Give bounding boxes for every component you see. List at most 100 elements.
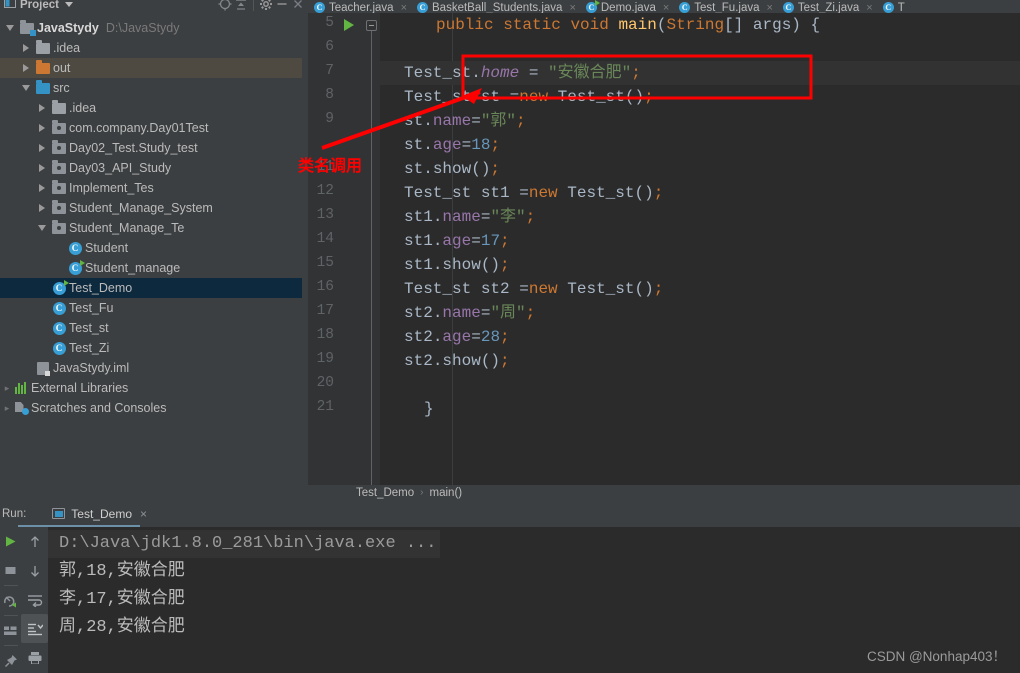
project-tree[interactable]: JavaStydy D:\JavaStydy .idea out src .idea com… xyxy=(0,14,302,500)
code-line[interactable]: Test_st st2 =new Test_st(); xyxy=(380,277,1020,301)
twisty-collapsed-icon[interactable] xyxy=(18,40,34,56)
run-toolbar-secondary[interactable] xyxy=(21,527,48,673)
chevron-down-icon[interactable] xyxy=(64,0,74,14)
collapse-all-icon[interactable] xyxy=(233,0,249,14)
twisty-expanded-icon[interactable] xyxy=(2,20,18,36)
tree-item-javastydy[interactable]: JavaStydy D:\JavaStydy xyxy=(0,18,302,38)
stop-icon[interactable] xyxy=(0,556,21,585)
tree-item-src[interactable]: src xyxy=(0,78,302,98)
locate-icon[interactable] xyxy=(217,0,233,14)
tree-item-implement-tes[interactable]: Implement_Tes xyxy=(0,178,302,198)
scroll-down-icon[interactable] xyxy=(21,556,48,585)
breadcrumb-class[interactable]: Test_Demo xyxy=(356,487,414,499)
pin-icon[interactable] xyxy=(0,646,21,673)
header-divider xyxy=(253,0,254,11)
tree-item-com-company-day01test[interactable]: com.company.Day01Test xyxy=(0,118,302,138)
scroll-to-end-icon[interactable] xyxy=(21,614,48,643)
breadcrumb[interactable]: Test_Demo › main() xyxy=(308,485,1020,500)
editor-tab-demo-java[interactable]: C Demo.java × xyxy=(580,0,673,14)
editor-tab-t[interactable]: CT xyxy=(877,1,909,13)
code-content[interactable]: public static void main(String[] args) {… xyxy=(380,13,1020,485)
tree-item-student[interactable]: C Student xyxy=(0,238,302,258)
tree-item-test-fu[interactable]: C Test_Fu xyxy=(0,298,302,318)
editor-tab-bar[interactable]: C Teacher.java × C BasketBall_Students.java ×… xyxy=(308,0,1020,13)
code-line[interactable] xyxy=(380,37,1020,61)
code-line[interactable]: st2.show(); xyxy=(380,349,1020,373)
code-line[interactable]: st.show(); xyxy=(380,157,1020,181)
line-number-value: 18 xyxy=(316,327,334,343)
tree-item-student-manage-te[interactable]: Student_Manage_Te xyxy=(0,218,302,238)
editor-tab-teacher-java[interactable]: C Teacher.java × xyxy=(308,1,411,13)
line-number: 20 xyxy=(308,373,380,397)
tree-item-javastydy-iml[interactable]: JavaStydy.iml xyxy=(0,358,302,378)
code-line[interactable]: st2.age=28; xyxy=(380,325,1020,349)
run-tab-close-icon[interactable]: × xyxy=(140,507,147,521)
twisty-collapsed-icon[interactable] xyxy=(34,200,50,216)
tree-item-idea[interactable]: .idea xyxy=(0,38,302,58)
editor-tab-test-fu-java[interactable]: C Test_Fu.java × xyxy=(673,1,777,13)
code-line[interactable]: st.name="郭"; xyxy=(380,109,1020,133)
tree-item-out[interactable]: out xyxy=(0,58,302,78)
code-line[interactable]: st1.show(); xyxy=(380,253,1020,277)
line-number: 13 xyxy=(308,205,380,229)
tree-item-day03-api-study[interactable]: Day03_API_Study xyxy=(0,158,302,178)
twisty-collapsed-icon[interactable]: ▸ xyxy=(2,400,12,416)
twisty-collapsed-icon[interactable] xyxy=(18,60,34,76)
close-icon[interactable] xyxy=(290,0,306,14)
twisty-collapsed-icon[interactable]: ▸ xyxy=(2,380,12,396)
line-number: 8 xyxy=(308,85,380,109)
run-toolbar-primary[interactable] xyxy=(0,527,21,673)
twisty-expanded-icon[interactable] xyxy=(34,220,50,236)
run-tab-test-demo[interactable]: Test_Demo × xyxy=(44,500,155,527)
code-line[interactable] xyxy=(380,373,1020,397)
scroll-up-icon[interactable] xyxy=(21,527,48,556)
editor-tab-close-icon[interactable]: × xyxy=(766,2,772,14)
layout-settings-icon[interactable] xyxy=(0,616,21,645)
editor-tab-basketball-students-java[interactable]: C BasketBall_Students.java × xyxy=(411,1,580,13)
code-line[interactable]: Test_st.home = "安徽合肥"; xyxy=(380,61,1020,85)
editor-tab-test-zi-java[interactable]: C Test_Zi.java × xyxy=(777,1,877,13)
tree-item-student-manage-system[interactable]: Student_Manage_System xyxy=(0,198,302,218)
code-line[interactable]: st1.age=17; xyxy=(380,229,1020,253)
code-editor[interactable]: 56789101112131415161718192021 public sta… xyxy=(308,13,1020,485)
print-icon[interactable] xyxy=(21,643,48,672)
editor-tab-close-icon[interactable]: × xyxy=(663,2,669,14)
watermark: CSDN @Nonhap403！ xyxy=(866,649,1006,664)
tree-item-test-st[interactable]: C Test_st xyxy=(0,318,302,338)
twisty-expanded-icon[interactable] xyxy=(18,80,34,96)
rerun-failed-tests-icon[interactable] xyxy=(0,586,21,615)
tree-item-test-demo[interactable]: C Test_Demo xyxy=(0,278,302,298)
run-icon[interactable] xyxy=(0,527,21,556)
twisty-collapsed-icon[interactable] xyxy=(34,100,50,116)
code-line[interactable]: Test_st st =new Test_st(); xyxy=(380,85,1020,109)
twisty-collapsed-icon[interactable] xyxy=(34,180,50,196)
tree-item-idea[interactable]: .idea xyxy=(0,98,302,118)
breadcrumb-method[interactable]: main() xyxy=(430,487,463,499)
tree-item-test-zi[interactable]: C Test_Zi xyxy=(0,338,302,358)
line-number: 5 xyxy=(308,13,380,37)
gear-icon[interactable] xyxy=(258,0,274,14)
code-line[interactable]: st1.name="李"; xyxy=(380,205,1020,229)
soft-wrap-icon[interactable] xyxy=(21,585,48,614)
minimize-icon[interactable] xyxy=(274,0,290,14)
java-class-runnable-icon: C xyxy=(66,259,85,275)
folder-blue-icon xyxy=(34,79,52,94)
scratches-icon xyxy=(12,402,30,415)
twisty-collapsed-icon[interactable] xyxy=(34,140,50,156)
twisty-collapsed-icon[interactable] xyxy=(34,120,50,136)
code-line[interactable]: Test_st st1 =new Test_st(); xyxy=(380,181,1020,205)
code-line[interactable]: st2.name="周"; xyxy=(380,301,1020,325)
folder-grey-icon xyxy=(50,99,68,114)
code-line[interactable]: public static void main(String[] args) { xyxy=(380,13,1020,37)
editor-tab-close-icon[interactable]: × xyxy=(866,2,872,14)
tree-item-scratches-and-consoles[interactable]: ▸ Scratches and Consoles xyxy=(0,398,302,418)
code-line[interactable]: st.age=18; xyxy=(380,133,1020,157)
tree-item-student-manage[interactable]: C Student_manage xyxy=(0,258,302,278)
editor-tab-close-icon[interactable]: × xyxy=(569,2,575,14)
editor-tab-close-icon[interactable]: × xyxy=(401,2,407,14)
tree-item-day02-test-study-test[interactable]: Day02_Test.Study_test xyxy=(0,138,302,158)
twisty-collapsed-icon[interactable] xyxy=(34,160,50,176)
tree-item-external-libraries[interactable]: ▸ External Libraries xyxy=(0,378,302,398)
code-line[interactable]: } xyxy=(380,397,1020,421)
editor-gutter[interactable]: 56789101112131415161718192021 xyxy=(308,13,380,485)
